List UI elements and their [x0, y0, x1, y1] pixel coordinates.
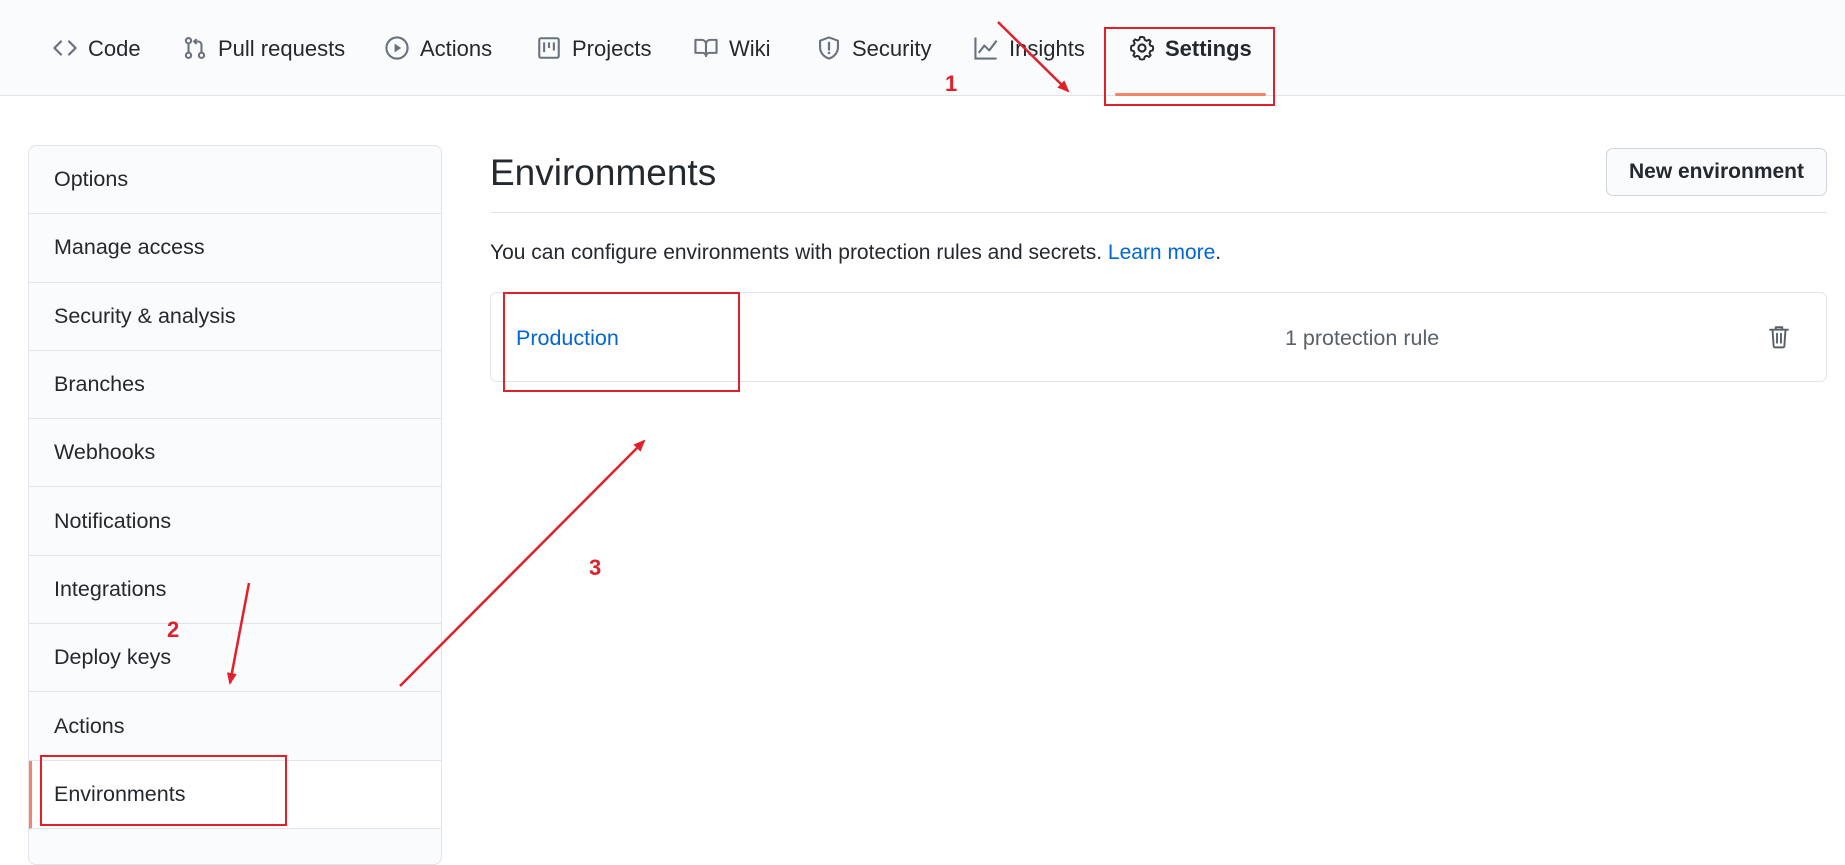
sidebar-item-label: Webhooks: [54, 440, 156, 465]
tab-insights[interactable]: Insights: [973, 36, 1085, 84]
trash-icon[interactable]: [1766, 323, 1792, 351]
tab-security[interactable]: Security: [816, 36, 931, 84]
sidebar-item-options[interactable]: Options: [29, 146, 441, 215]
sidebar-item-label: Manage access: [54, 235, 205, 260]
tab-code-label: Code: [88, 36, 141, 61]
sidebar-item-label: Notifications: [54, 508, 172, 533]
highlight-production-environment: [503, 292, 740, 392]
annotation-step-3: 3: [589, 555, 602, 580]
tab-wiki-label: Wiki: [729, 36, 771, 61]
environments-description: You can configure environments with prot…: [490, 241, 1221, 265]
page-title: Environments: [490, 152, 717, 193]
annotation-step-2: 2: [167, 617, 180, 642]
sidebar-item-label: Deploy keys: [54, 645, 172, 670]
sidebar-item-label: Integrations: [54, 576, 167, 601]
tab-code[interactable]: Code: [52, 36, 141, 84]
sidebar-item-manage-access[interactable]: Manage access: [29, 214, 441, 283]
tab-actions-label: Actions: [420, 36, 493, 61]
project-icon: [536, 35, 562, 61]
shield-icon: [816, 35, 842, 61]
description-text: You can configure environments with prot…: [490, 241, 1108, 264]
sidebar-item-notifications[interactable]: Notifications: [29, 487, 441, 556]
book-icon: [693, 35, 719, 61]
sidebar-item-integrations[interactable]: Integrations: [29, 556, 441, 625]
tab-actions[interactable]: Actions: [384, 36, 492, 84]
play-icon: [384, 35, 410, 61]
git-pull-request-icon: [182, 35, 208, 61]
tab-insights-label: Insights: [1009, 36, 1085, 61]
sidebar-item-deploy-keys[interactable]: Deploy keys: [29, 624, 441, 693]
tab-security-label: Security: [852, 36, 932, 61]
sidebar-item-actions[interactable]: Actions: [29, 692, 441, 761]
graph-icon: [973, 35, 999, 61]
sidebar-item-security-analysis[interactable]: Security & analysis: [29, 283, 441, 351]
tab-pull-requests[interactable]: Pull requests: [182, 36, 345, 84]
sidebar-item-webhooks[interactable]: Webhooks: [29, 419, 441, 488]
annotation-step-1: 1: [945, 71, 958, 96]
highlight-environments-item: [40, 755, 287, 826]
protection-rules-count: 1 protection rule: [1285, 326, 1440, 350]
learn-more-link[interactable]: Learn more: [1108, 241, 1215, 264]
sidebar-item-label: Options: [54, 167, 129, 192]
highlight-settings-tab: [1104, 27, 1275, 106]
new-environment-button[interactable]: New environment: [1606, 148, 1827, 196]
tab-projects-label: Projects: [572, 36, 652, 61]
sidebar-item-branches[interactable]: Branches: [29, 351, 441, 420]
sidebar-item-label: Branches: [54, 372, 145, 397]
code-icon: [52, 35, 78, 61]
repo-nav: Code Pull requests Actions Projects Wiki…: [0, 0, 1845, 96]
tab-wiki[interactable]: Wiki: [693, 36, 771, 84]
description-end: .: [1215, 241, 1222, 264]
title-divider: [490, 212, 1827, 213]
tab-pull-requests-label: Pull requests: [218, 36, 346, 61]
tab-projects[interactable]: Projects: [536, 36, 651, 84]
sidebar-item-label: Actions: [54, 713, 125, 738]
sidebar-item-label: Security & analysis: [54, 303, 236, 328]
